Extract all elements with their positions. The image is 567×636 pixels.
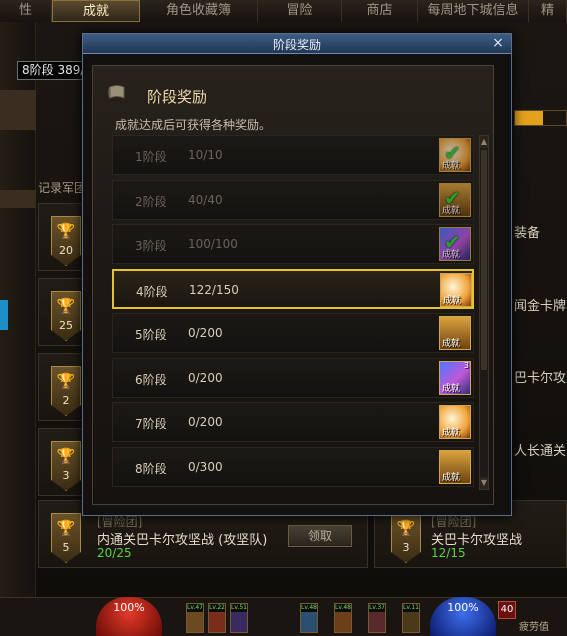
right-card-text: 人长通关B xyxy=(514,444,567,459)
tab-more[interactable]: 精 xyxy=(529,0,567,22)
trophy-badge: 🏆 2 xyxy=(51,366,81,416)
claim-button[interactable]: 领取 xyxy=(288,525,352,547)
stage-reward-dialog: 阶段奖励 × 阶段奖励 成就达成后可获得各种奖励。 1阶段 10/10 成就 ✔ 2阶段… xyxy=(82,33,512,516)
right-card-text: 装备 xyxy=(514,226,541,241)
stage-progress: 0/300 xyxy=(188,460,223,474)
tab-shop[interactable]: 商店 xyxy=(342,0,418,22)
reward-tag: 成就 xyxy=(442,339,461,349)
section-title: 阶段奖励 xyxy=(147,88,208,106)
top-progress-bar xyxy=(514,110,567,126)
reward-tag: 成就 xyxy=(442,384,461,394)
close-icon[interactable]: × xyxy=(491,35,505,51)
stage-progress: 0/200 xyxy=(188,371,223,385)
check-icon: ✔ xyxy=(444,230,461,254)
stage-label: 1阶段 xyxy=(135,150,167,164)
reward-quantity: 3 xyxy=(463,361,469,370)
stage-label: 8阶段 xyxy=(135,462,167,476)
trophy-icon: 🏆 xyxy=(56,222,76,240)
dialog-title: 阶段奖励 xyxy=(272,38,321,52)
stage-progress: 0/200 xyxy=(188,415,223,429)
stage-row-2[interactable]: 2阶段 40/40 成就 ✔ xyxy=(112,180,474,220)
skill-slot[interactable]: Lv.47 xyxy=(186,603,204,633)
left-selection-marker xyxy=(0,300,8,330)
stage-row-8[interactable]: 8阶段 0/300 成就 xyxy=(112,447,474,487)
stage-label: 5阶段 xyxy=(135,328,167,342)
right-card-text: 闻金卡牌 xyxy=(514,299,567,314)
trophy-badge: 🏆 25 xyxy=(51,291,81,341)
top-tab-bar: 性 成就 角色收藏簿 冒险 商店 每周地下城信息 精 xyxy=(0,0,567,22)
tab-adventure[interactable]: 冒险 xyxy=(258,0,342,22)
skill-slot[interactable]: Lv.48 xyxy=(334,603,352,633)
stage-label: 2阶段 xyxy=(135,195,167,209)
card-progress: 20/25 xyxy=(97,546,132,560)
trophy-icon: 🏆 xyxy=(56,447,76,465)
trophy-badge: 🏆 3 xyxy=(391,513,421,563)
skill-slot[interactable]: Lv.51 xyxy=(230,603,248,633)
dialog-title-bar[interactable]: 阶段奖励 × xyxy=(83,34,511,54)
stage-row-1[interactable]: 1阶段 10/10 成就 ✔ xyxy=(112,135,474,175)
stage-row-7[interactable]: 7阶段 0/200 成就 xyxy=(112,402,474,442)
level-badge: 40 xyxy=(498,601,516,619)
trophy-icon: 🏆 xyxy=(56,297,76,315)
reward-item-icon[interactable]: 成就 xyxy=(440,273,472,307)
section-description: 成就达成后可获得各种奖励。 xyxy=(115,118,272,132)
achievement-card[interactable]: 🏆 3 xyxy=(38,428,88,496)
skill-slot[interactable]: Lv.11 xyxy=(402,603,420,633)
stage-progress: 122/150 xyxy=(189,283,239,297)
stage-list: 1阶段 10/10 成就 ✔ 2阶段 40/40 成就 ✔ 3阶段 100/100 成就 ✔ 4阶段 12… xyxy=(112,135,478,490)
progress-fill xyxy=(515,111,544,125)
trophy-badge: 🏆 5 xyxy=(51,513,81,563)
tab-0[interactable]: 性 xyxy=(0,0,52,22)
achievement-card[interactable]: 🏆 25 xyxy=(38,278,88,346)
fatigue-label: 疲劳值 xyxy=(519,622,549,633)
left-deco xyxy=(0,190,36,208)
reward-item-icon[interactable]: 成就 ✔ xyxy=(439,227,471,261)
achievement-card[interactable]: 🏆 20 xyxy=(38,203,88,271)
reward-tag: 成就 xyxy=(443,296,462,306)
right-card-text: 巴卡尔攻坚 xyxy=(514,371,567,386)
list-scrollbar[interactable]: ▲ ▼ xyxy=(479,135,489,490)
stage-label: 3阶段 xyxy=(135,239,167,253)
reward-item-icon[interactable]: 成就 xyxy=(439,450,471,484)
reward-item-icon[interactable]: 成就 ✔ xyxy=(439,183,471,217)
record-label: 记录军团 xyxy=(38,181,87,195)
tab-achievement[interactable]: 成就 xyxy=(52,0,140,22)
trophy-icon: 🏆 xyxy=(56,372,76,390)
card-progress: 12/15 xyxy=(431,546,466,560)
stage-row-6[interactable]: 6阶段 0/200 成就 3 xyxy=(112,358,474,398)
reward-item-icon[interactable]: 成就 xyxy=(439,405,471,439)
achievement-card[interactable]: 🏆 2 xyxy=(38,353,88,421)
reward-tag: 成就 xyxy=(442,473,461,483)
stage-progress: 40/40 xyxy=(188,193,223,207)
skill-slot[interactable]: Lv.22 xyxy=(208,603,226,633)
check-icon: ✔ xyxy=(444,141,461,165)
stage-label: 7阶段 xyxy=(135,417,167,431)
skill-slot[interactable]: Lv.37 xyxy=(368,603,386,633)
trophy-icon: 🏆 xyxy=(56,519,76,537)
stage-label: 4阶段 xyxy=(136,285,168,299)
scroll-up-icon[interactable]: ▲ xyxy=(480,136,488,148)
reward-tag: 成就 xyxy=(442,428,461,438)
tab-character-collection[interactable]: 角色收藏簿 xyxy=(140,0,258,22)
trophy-icon: 🏆 xyxy=(396,519,416,537)
scroll-thumb[interactable] xyxy=(481,150,487,370)
tab-weekly-dungeon[interactable]: 每周地下城信息 xyxy=(418,0,529,22)
reward-item-icon[interactable]: 成就 3 xyxy=(439,361,471,395)
stage-progress: 10/10 xyxy=(188,148,223,162)
stage-row-3[interactable]: 3阶段 100/100 成就 ✔ xyxy=(112,224,474,264)
scroll-down-icon[interactable]: ▼ xyxy=(480,477,488,489)
trophy-badge: 🏆 3 xyxy=(51,441,81,491)
stage-progress: 0/200 xyxy=(188,326,223,340)
reward-item-icon[interactable]: 成就 ✔ xyxy=(439,138,471,172)
trophy-badge: 🏆 20 xyxy=(51,216,81,266)
skill-slot[interactable]: Lv.48 xyxy=(300,603,318,633)
scroll-icon xyxy=(108,85,125,99)
stage-label: 6阶段 xyxy=(135,373,167,387)
reward-item-icon[interactable]: 成就 xyxy=(439,316,471,350)
check-icon: ✔ xyxy=(444,186,461,210)
stage-row-5[interactable]: 5阶段 0/200 成就 xyxy=(112,313,474,353)
left-deco xyxy=(0,90,36,130)
stage-progress: 100/100 xyxy=(188,237,238,251)
stage-row-4[interactable]: 4阶段 122/150 成就 xyxy=(112,269,474,309)
